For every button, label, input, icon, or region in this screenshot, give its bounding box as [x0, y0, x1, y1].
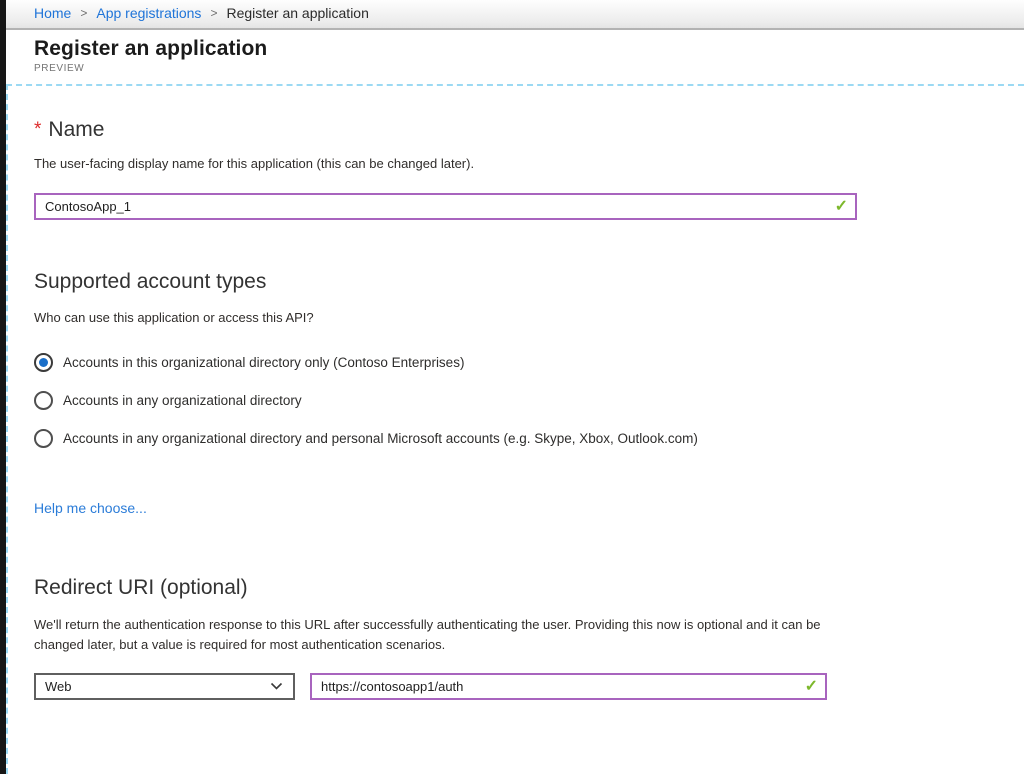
redirect-uri-controls: Web https://contosoapp1/auth ✓ — [34, 673, 1024, 700]
breadcrumb-separator-icon: > — [210, 6, 217, 20]
account-types-heading: Supported account types — [34, 270, 1024, 294]
preview-badge: PREVIEW — [34, 63, 1024, 74]
required-asterisk: * — [34, 119, 41, 140]
platform-select-value: Web — [45, 679, 72, 694]
redirect-uri-heading: Redirect URI (optional) — [34, 576, 1024, 600]
account-types-radio-group: Accounts in this organizational director… — [34, 353, 1024, 448]
radio-option-any-directory[interactable]: Accounts in any organizational directory — [34, 391, 1024, 410]
breadcrumb: Home > App registrations > Register an a… — [6, 0, 1024, 30]
radio-button-icon[interactable] — [34, 429, 53, 448]
register-application-blade: Home > App registrations > Register an a… — [0, 0, 1024, 774]
radio-option-this-directory[interactable]: Accounts in this organizational director… — [34, 353, 1024, 372]
radio-option-label[interactable]: Accounts in any organizational directory — [63, 393, 302, 408]
breadcrumb-home-link[interactable]: Home — [34, 5, 71, 21]
redirect-uri-input[interactable]: https://contosoapp1/auth — [310, 673, 827, 700]
radio-button-icon[interactable] — [34, 353, 53, 372]
blade-content: * Name The user-facing display name for t… — [6, 84, 1024, 774]
platform-select[interactable]: Web — [34, 673, 295, 700]
help-me-choose-link[interactable]: Help me choose... — [34, 500, 147, 516]
name-section-heading: * Name — [34, 118, 1024, 142]
name-section-title: Name — [48, 118, 104, 141]
blade-header: Register an application PREVIEW — [6, 30, 1024, 84]
name-description: The user-facing display name for this ap… — [34, 156, 1024, 171]
radio-option-label[interactable]: Accounts in any organizational directory… — [63, 431, 698, 446]
app-name-input[interactable]: ContosoApp_1 — [34, 193, 857, 220]
breadcrumb-separator-icon: > — [80, 6, 87, 20]
redirect-uri-description: We'll return the authentication response… — [34, 615, 872, 655]
breadcrumb-current-page: Register an application — [226, 5, 368, 21]
radio-button-icon[interactable] — [34, 391, 53, 410]
account-types-question: Who can use this application or access t… — [34, 310, 1024, 325]
page-title: Register an application — [34, 37, 1024, 61]
breadcrumb-app-registrations-link[interactable]: App registrations — [96, 5, 201, 21]
radio-option-any-directory-personal[interactable]: Accounts in any organizational directory… — [34, 429, 1024, 448]
radio-option-label[interactable]: Accounts in this organizational director… — [63, 355, 464, 370]
chevron-down-icon — [270, 682, 283, 691]
